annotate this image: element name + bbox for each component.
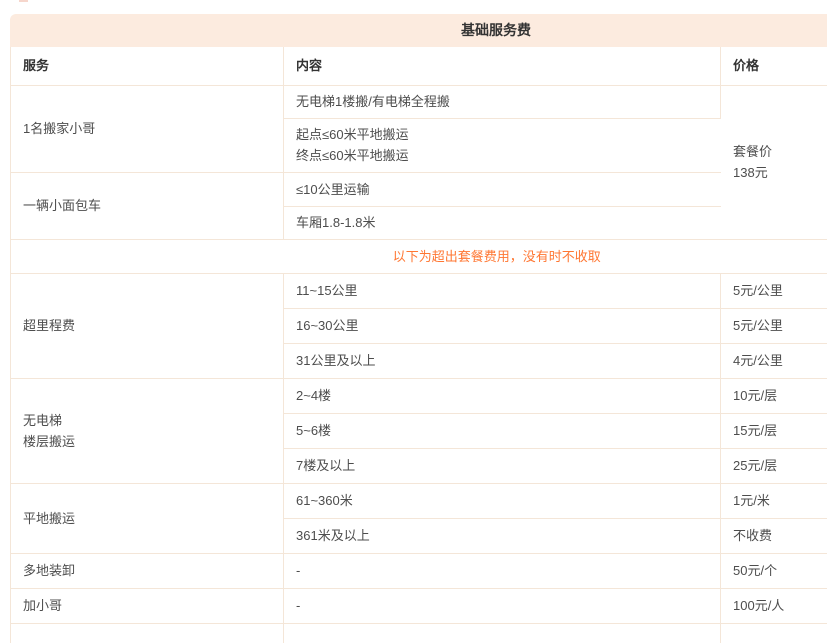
fee-row: 无电梯 楼层搬运 2~4楼 10元/层 bbox=[11, 378, 827, 413]
service-name-cell: 超里程费 bbox=[11, 273, 284, 378]
service-name-cell bbox=[11, 623, 284, 643]
service-name-cell: 多地装卸 bbox=[11, 553, 284, 588]
content-cell: 5~6楼 bbox=[284, 413, 721, 448]
table-title: 基础服务费 bbox=[461, 22, 531, 38]
content-line: 起点≤60米平地搬运 bbox=[296, 124, 721, 145]
content-cell: 16~30公里 bbox=[284, 308, 721, 343]
fees-table: 服务 内容 价格 1名搬家小哥 无电梯1楼搬/有电梯全程搬 套餐价 138元 起… bbox=[10, 47, 827, 643]
service-name-cell: 平地搬运 bbox=[11, 483, 284, 553]
service-name-cell: 无电梯 楼层搬运 bbox=[11, 378, 284, 483]
content-cell: ≤10公里运输 bbox=[284, 172, 721, 206]
service-name-cell: 一辆小面包车 bbox=[11, 172, 284, 239]
price-cell: 不收费 bbox=[721, 518, 827, 553]
price-cell: 5元/公里 bbox=[721, 273, 827, 308]
table-title-bar: 基础服务费 bbox=[10, 14, 827, 47]
content-cell: 31公里及以上 bbox=[284, 343, 721, 378]
fee-row: 加小哥 - 100元/人 bbox=[11, 588, 827, 623]
content-cell: 11~15公里 bbox=[284, 273, 721, 308]
content-cell: 2~4楼 bbox=[284, 378, 721, 413]
table-header-row: 服务 内容 价格 bbox=[11, 47, 827, 85]
service-name-cell: 1名搬家小哥 bbox=[11, 85, 284, 172]
service-name-line: 无电梯 bbox=[23, 410, 283, 431]
content-cell: 车厢1.8-1.8米 bbox=[284, 206, 721, 239]
col-header-content: 内容 bbox=[284, 47, 721, 85]
divider-note: 以下为超出套餐费用，没有时不收取 bbox=[11, 239, 827, 273]
package-price-cell: 套餐价 138元 bbox=[721, 85, 827, 239]
price-cell: 25元/层 bbox=[721, 448, 827, 483]
clipped-top-artifact bbox=[19, 0, 28, 2]
clipped-bottom-row bbox=[11, 623, 827, 643]
content-cell bbox=[284, 623, 721, 643]
package-row: 一辆小面包车 ≤10公里运输 bbox=[11, 172, 827, 206]
fee-row: 平地搬运 61~360米 1元/米 bbox=[11, 483, 827, 518]
col-header-price: 价格 bbox=[721, 47, 827, 85]
content-cell: 361米及以上 bbox=[284, 518, 721, 553]
price-cell: 50元/个 bbox=[721, 553, 827, 588]
price-cell: 5元/公里 bbox=[721, 308, 827, 343]
price-cell: 100元/人 bbox=[721, 588, 827, 623]
content-cell: - bbox=[284, 553, 721, 588]
pricing-table-section: 基础服务费 服务 内容 价格 1名搬家小哥 无电梯1楼搬/有电梯全程搬 套餐价 … bbox=[10, 14, 827, 643]
content-cell: 7楼及以上 bbox=[284, 448, 721, 483]
package-price-label: 套餐价 bbox=[733, 141, 827, 162]
content-cell: 起点≤60米平地搬运 终点≤60米平地搬运 bbox=[284, 118, 721, 172]
package-price-value: 138元 bbox=[733, 162, 827, 183]
content-cell: - bbox=[284, 588, 721, 623]
divider-row: 以下为超出套餐费用，没有时不收取 bbox=[11, 239, 827, 273]
content-cell: 61~360米 bbox=[284, 483, 721, 518]
price-cell: 1元/米 bbox=[721, 483, 827, 518]
col-header-service: 服务 bbox=[11, 47, 284, 85]
service-name-cell: 加小哥 bbox=[11, 588, 284, 623]
price-cell: 15元/层 bbox=[721, 413, 827, 448]
price-cell: 10元/层 bbox=[721, 378, 827, 413]
package-row: 1名搬家小哥 无电梯1楼搬/有电梯全程搬 套餐价 138元 bbox=[11, 85, 827, 118]
content-cell: 无电梯1楼搬/有电梯全程搬 bbox=[284, 85, 721, 118]
fee-row: 超里程费 11~15公里 5元/公里 bbox=[11, 273, 827, 308]
price-cell bbox=[721, 623, 827, 643]
content-line: 终点≤60米平地搬运 bbox=[296, 145, 721, 166]
service-name-line: 楼层搬运 bbox=[23, 431, 283, 452]
price-cell: 4元/公里 bbox=[721, 343, 827, 378]
fee-row: 多地装卸 - 50元/个 bbox=[11, 553, 827, 588]
